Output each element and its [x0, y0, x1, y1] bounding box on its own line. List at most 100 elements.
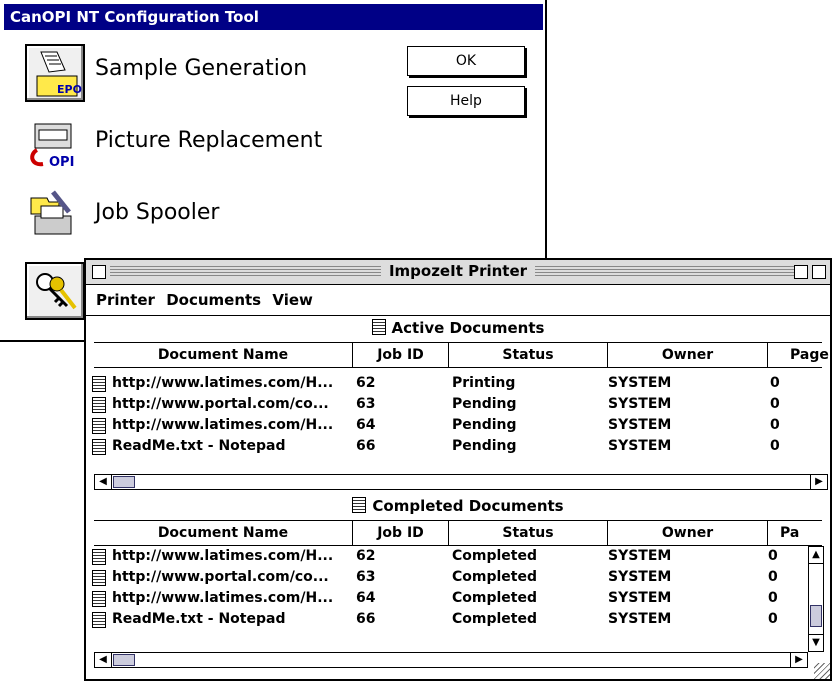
table-row[interactable]: http://www.latimes.com/H... 64 Completed SY…	[92, 588, 800, 609]
resize-grip-icon[interactable]	[814, 663, 830, 679]
keys-icon[interactable]	[25, 262, 85, 320]
scroll-down-icon[interactable]: ▼	[809, 634, 823, 651]
completed-hscrollbar[interactable]: ◀ ▶	[94, 652, 808, 668]
owner-cell: SYSTEM	[608, 417, 672, 433]
table-row[interactable]: http://www.latimes.com/H... 62 Completed SY…	[92, 546, 800, 567]
pages-cell: 0	[770, 375, 780, 391]
completed-documents-title: Completed Documents	[86, 497, 830, 515]
col-document-name[interactable]: Document Name	[94, 521, 353, 545]
completed-vscrollbar[interactable]: ▲ ▼	[808, 546, 824, 652]
menu-view[interactable]: View	[272, 291, 313, 309]
pages-cell: 0	[770, 438, 780, 454]
pages-cell: 0	[768, 611, 778, 627]
owner-cell: SYSTEM	[608, 396, 672, 412]
svg-text:OPI: OPI	[49, 155, 74, 170]
document-name-cell: http://www.latimes.com/H...	[112, 548, 334, 564]
document-icon	[352, 497, 367, 513]
picture-replacement-item[interactable]: OPI Picture Replacement	[25, 116, 505, 174]
table-row[interactable]: http://www.latimes.com/H... 64 Pending SYST…	[92, 415, 822, 436]
job-id-cell: 63	[356, 569, 376, 585]
job-id-cell: 66	[356, 611, 376, 627]
job-id-cell: 64	[356, 590, 376, 606]
col-status[interactable]: Status	[449, 343, 608, 367]
document-name-cell: http://www.portal.com/co...	[112, 569, 329, 585]
completed-table-header: Document Name Job ID Status Owner Pa	[94, 520, 822, 546]
job-id-cell: 62	[356, 375, 376, 391]
status-cell: Pending	[452, 417, 517, 433]
scroll-thumb[interactable]	[113, 654, 135, 666]
ok-button[interactable]: OK	[407, 46, 525, 76]
scroll-thumb[interactable]	[810, 605, 822, 627]
zoom-box-icon[interactable]	[794, 265, 808, 279]
active-rows: http://www.latimes.com/H... 62 Printing SYS…	[92, 373, 822, 457]
col-job-id[interactable]: Job ID	[353, 521, 449, 545]
printer-title: ImpozeIt Printer	[86, 262, 830, 280]
job-spooler-icon[interactable]	[25, 188, 85, 246]
active-documents-title: Active Documents	[86, 319, 830, 337]
document-name-cell: ReadMe.txt - Notepad	[112, 438, 286, 454]
help-button[interactable]: Help	[407, 86, 525, 116]
collapse-box-icon[interactable]	[812, 265, 826, 279]
picture-replacement-icon[interactable]: OPI	[25, 116, 85, 174]
col-pages[interactable]: Page	[768, 343, 829, 367]
document-name-cell: ReadMe.txt - Notepad	[112, 611, 286, 627]
col-job-id[interactable]: Job ID	[353, 343, 449, 367]
table-row[interactable]: ReadMe.txt - Notepad 66 Completed SYSTEM 0	[92, 609, 800, 630]
document-icon	[92, 376, 106, 392]
svg-text:EPO: EPO	[57, 83, 82, 96]
completed-documents-label: Completed Documents	[372, 497, 564, 515]
owner-cell: SYSTEM	[608, 569, 672, 585]
active-documents-label: Active Documents	[391, 319, 545, 337]
table-row[interactable]: http://www.portal.com/co... 63 Completed SY…	[92, 567, 800, 588]
document-icon	[92, 570, 106, 586]
scroll-thumb[interactable]	[113, 476, 135, 488]
status-cell: Completed	[452, 569, 538, 585]
printer-titlebar[interactable]: ImpozeIt Printer	[86, 260, 830, 285]
status-cell: Completed	[452, 611, 538, 627]
picture-replacement-label: Picture Replacement	[95, 128, 323, 153]
pages-cell: 0	[768, 569, 778, 585]
status-cell: Pending	[452, 396, 517, 412]
active-table-header: Document Name Job ID Status Owner Page	[94, 342, 829, 368]
document-icon	[92, 591, 106, 607]
sample-generation-label: Sample Generation	[95, 56, 308, 81]
col-pages[interactable]: Pa	[768, 521, 828, 545]
status-cell: Completed	[452, 590, 538, 606]
document-icon	[92, 439, 106, 455]
scroll-right-icon[interactable]: ▶	[790, 653, 807, 667]
menu-documents[interactable]: Documents	[166, 291, 261, 309]
col-owner[interactable]: Owner	[608, 521, 768, 545]
job-id-cell: 66	[356, 438, 376, 454]
document-icon	[92, 397, 106, 413]
scroll-left-icon[interactable]: ◀	[95, 653, 112, 667]
pages-cell: 0	[768, 548, 778, 564]
document-name-cell: http://www.portal.com/co...	[112, 396, 329, 412]
col-document-name[interactable]: Document Name	[94, 343, 353, 367]
printer-menubar: Printer Documents View	[86, 285, 830, 316]
pages-cell: 0	[768, 590, 778, 606]
document-icon	[92, 418, 106, 434]
status-cell: Pending	[452, 438, 517, 454]
table-row[interactable]: http://www.latimes.com/H... 62 Printing SYS…	[92, 373, 822, 394]
printer-window: ImpozeIt Printer Printer Documents View …	[84, 258, 832, 681]
document-icon	[92, 549, 106, 565]
table-row[interactable]: ReadMe.txt - Notepad 66 Pending SYSTEM 0	[92, 436, 822, 457]
col-owner[interactable]: Owner	[608, 343, 768, 367]
scroll-up-icon[interactable]: ▲	[809, 547, 823, 564]
job-spooler-label: Job Spooler	[95, 200, 220, 225]
active-hscrollbar[interactable]: ◀ ▶	[94, 474, 828, 490]
job-id-cell: 64	[356, 417, 376, 433]
scroll-left-icon[interactable]: ◀	[95, 475, 112, 489]
pages-cell: 0	[770, 417, 780, 433]
sample-generation-icon[interactable]: EPO	[25, 44, 85, 102]
table-row[interactable]: http://www.portal.com/co... 63 Pending SYST…	[92, 394, 822, 415]
document-name-cell: http://www.latimes.com/H...	[112, 417, 334, 433]
owner-cell: SYSTEM	[608, 611, 672, 627]
job-spooler-item[interactable]: Job Spooler	[25, 188, 505, 246]
menu-printer[interactable]: Printer	[96, 291, 155, 309]
completed-rows: http://www.latimes.com/H... 62 Completed SY…	[92, 546, 800, 630]
scroll-right-icon[interactable]: ▶	[810, 475, 827, 489]
col-status[interactable]: Status	[449, 521, 608, 545]
owner-cell: SYSTEM	[608, 375, 672, 391]
owner-cell: SYSTEM	[608, 590, 672, 606]
